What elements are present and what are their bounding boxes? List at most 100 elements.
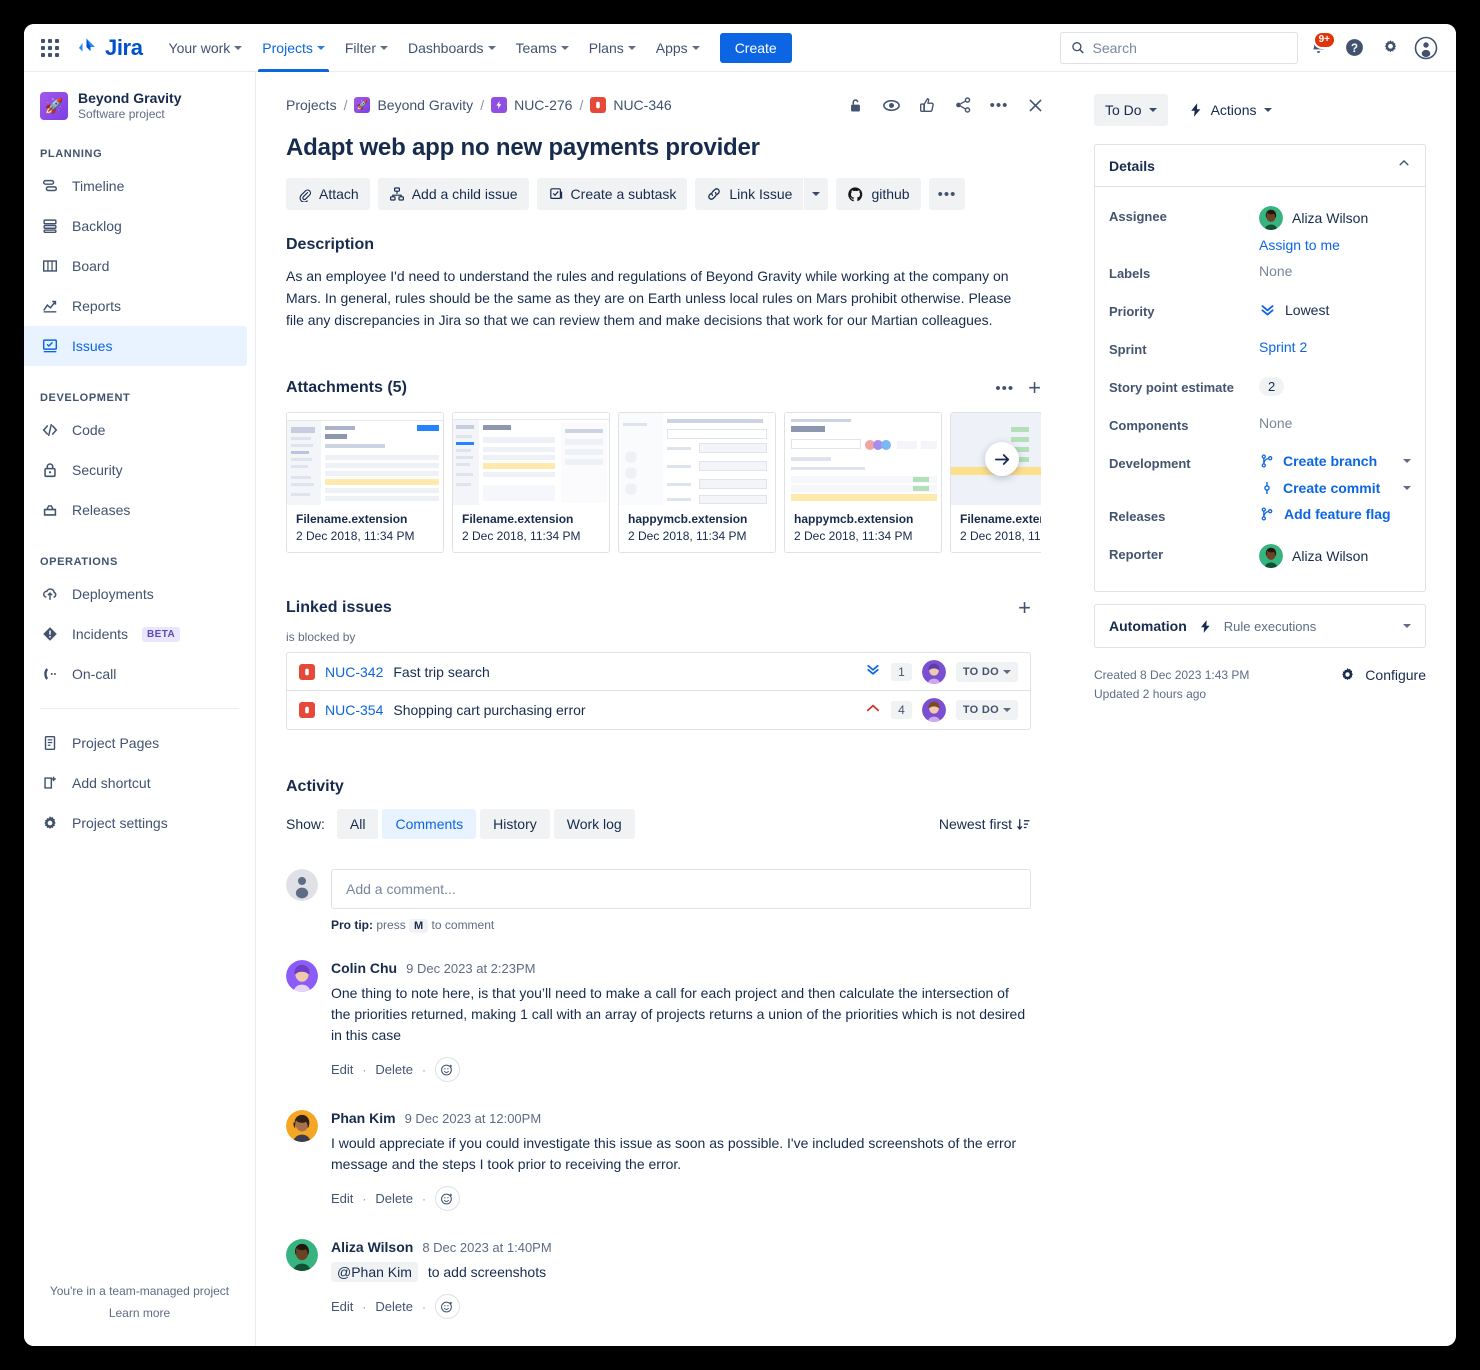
sidebar-item-reports[interactable]: Reports <box>24 286 247 326</box>
tab-all[interactable]: All <box>337 809 379 839</box>
comment-author[interactable]: Colin Chu <box>331 960 397 976</box>
create-commit-link[interactable]: Create commit <box>1283 480 1380 496</box>
sidebar-item-releases[interactable]: Releases <box>24 490 247 530</box>
add-attachment-icon[interactable]: + <box>1028 377 1041 399</box>
sidebar-item-project-settings[interactable]: Project settings <box>24 803 247 843</box>
attachment-card[interactable]: Filename.extension 2 Dec 2018, 11:34 PM <box>452 412 610 553</box>
thumbs-up-icon[interactable] <box>916 94 938 116</box>
sprint-link[interactable]: Sprint 2 <box>1259 339 1307 355</box>
status-dropdown[interactable]: To Do <box>1094 94 1168 126</box>
project-header[interactable]: 🚀 Beyond Gravity Software project <box>24 86 255 122</box>
create-branch-row[interactable]: Create branch <box>1259 453 1411 469</box>
nav-item-your-work[interactable]: Your work <box>159 24 253 72</box>
jira-logo[interactable]: Jira <box>74 35 143 61</box>
add-child-issue-button[interactable]: Add a child issue <box>378 178 529 210</box>
sort-order-button[interactable]: Newest first <box>939 816 1031 832</box>
automation-panel[interactable]: Automation Rule executions <box>1094 604 1426 648</box>
sidebar-item-timeline[interactable]: Timeline <box>24 166 247 206</box>
lock-icon[interactable] <box>844 94 866 116</box>
avatar[interactable] <box>922 698 946 722</box>
avatar[interactable] <box>286 960 318 992</box>
create-commit-row[interactable]: Create commit <box>1259 480 1411 496</box>
notifications-icon[interactable]: 9+ <box>1302 32 1334 64</box>
status-badge[interactable]: TO DO <box>956 662 1018 682</box>
attachment-card[interactable]: happymcb.extension 2 Dec 2018, 11:34 PM <box>618 412 776 553</box>
more-icon[interactable]: ••• <box>988 94 1010 116</box>
help-icon[interactable]: ? <box>1338 32 1370 64</box>
add-reaction-icon[interactable] <box>435 1186 460 1211</box>
tab-history[interactable]: History <box>480 809 550 839</box>
actions-dropdown[interactable]: Actions <box>1182 94 1278 126</box>
create-button[interactable]: Create <box>720 33 792 63</box>
sidebar-item-backlog[interactable]: Backlog <box>24 206 247 246</box>
search-box[interactable] <box>1060 32 1298 64</box>
close-icon[interactable] <box>1024 94 1046 116</box>
table-row[interactable]: NUC-354 Shopping cart purchasing error 4… <box>287 691 1030 729</box>
comment-input[interactable] <box>331 869 1031 909</box>
delete-link[interactable]: Delete <box>375 1299 413 1314</box>
tab-comments[interactable]: Comments <box>382 809 476 839</box>
sidebar-item-issues[interactable]: Issues <box>24 326 247 366</box>
add-reaction-icon[interactable] <box>435 1294 460 1319</box>
nav-item-projects[interactable]: Projects <box>252 24 335 72</box>
reporter-person[interactable]: Aliza Wilson <box>1259 544 1411 568</box>
add-reaction-icon[interactable] <box>435 1057 460 1082</box>
avatar[interactable] <box>286 1110 318 1142</box>
nav-item-plans[interactable]: Plans <box>579 24 646 72</box>
create-branch-link[interactable]: Create branch <box>1283 453 1377 469</box>
sidebar-item-deployments[interactable]: Deployments <box>24 574 247 614</box>
breadcrumb-project[interactable]: Beyond Gravity <box>377 97 473 113</box>
sidebar-item-add-shortcut[interactable]: Add shortcut <box>24 763 247 803</box>
field-value[interactable]: 2 <box>1259 373 1411 396</box>
status-badge[interactable]: TO DO <box>956 700 1018 720</box>
attachments-more-icon[interactable]: ••• <box>995 380 1014 397</box>
create-subtask-button[interactable]: Create a subtask <box>537 178 688 210</box>
app-switcher-icon[interactable] <box>34 32 66 64</box>
assignee-person[interactable]: Aliza Wilson <box>1259 206 1411 230</box>
chevron-down-icon[interactable] <box>1403 624 1411 628</box>
add-linked-issue-icon[interactable]: + <box>1018 597 1031 619</box>
details-panel-header[interactable]: Details <box>1095 145 1425 187</box>
share-icon[interactable] <box>952 94 974 116</box>
field-value[interactable]: None <box>1259 411 1411 431</box>
chevron-down-icon[interactable] <box>1403 459 1411 463</box>
linked-issue-key[interactable]: NUC-354 <box>325 702 383 718</box>
linked-issue-key[interactable]: NUC-342 <box>325 664 383 680</box>
avatar[interactable] <box>922 660 946 684</box>
add-feature-flag-link[interactable]: Add feature flag <box>1284 506 1391 522</box>
attachment-card[interactable]: happymcb.extension 2 Dec 2018, 11:34 PM <box>784 412 942 553</box>
avatar[interactable] <box>286 1239 318 1271</box>
delete-link[interactable]: Delete <box>375 1191 413 1206</box>
field-value[interactable]: Lowest <box>1259 297 1411 318</box>
nav-item-filter[interactable]: Filter <box>335 24 398 72</box>
sidebar-item-on-call[interactable]: On-call <box>24 654 247 694</box>
sidebar-item-code[interactable]: Code <box>24 410 247 450</box>
search-input[interactable] <box>1093 40 1288 56</box>
attach-button[interactable]: Attach <box>286 178 370 210</box>
nav-item-apps[interactable]: Apps <box>646 24 710 72</box>
watch-eye-icon[interactable] <box>880 94 902 116</box>
field-value[interactable]: None <box>1259 259 1411 279</box>
configure-button[interactable]: Configure <box>1339 666 1426 683</box>
learn-more-link[interactable]: Learn more <box>40 1302 239 1324</box>
edit-link[interactable]: Edit <box>331 1191 353 1206</box>
breadcrumb-projects[interactable]: Projects <box>286 97 337 113</box>
settings-icon[interactable] <box>1374 32 1406 64</box>
breadcrumb-epic[interactable]: NUC-276 <box>514 97 572 113</box>
add-feature-flag-row[interactable]: Add feature flag <box>1259 506 1411 522</box>
nav-item-dashboards[interactable]: Dashboards <box>398 24 506 72</box>
edit-link[interactable]: Edit <box>331 1062 353 1077</box>
description-text[interactable]: As an employee I'd need to understand th… <box>286 265 1031 331</box>
attachments-next-icon[interactable] <box>985 442 1019 476</box>
tab-work-log[interactable]: Work log <box>554 809 635 839</box>
breadcrumb-issue[interactable]: NUC-346 <box>613 97 671 113</box>
delete-link[interactable]: Delete <box>375 1062 413 1077</box>
table-row[interactable]: NUC-342 Fast trip search 1 TO DO <box>287 653 1030 691</box>
assign-to-me-link[interactable]: Assign to me <box>1259 237 1411 253</box>
comment-author[interactable]: Aliza Wilson <box>331 1239 413 1255</box>
sidebar-item-board[interactable]: Board <box>24 246 247 286</box>
more-actions-button[interactable]: ••• <box>929 178 966 210</box>
link-issue-button[interactable]: Link Issue <box>695 178 803 210</box>
attachment-card[interactable]: Filename.extens 2 Dec 2018, 11:34 <box>950 412 1041 553</box>
mention-chip[interactable]: @Phan Kim <box>331 1262 418 1282</box>
